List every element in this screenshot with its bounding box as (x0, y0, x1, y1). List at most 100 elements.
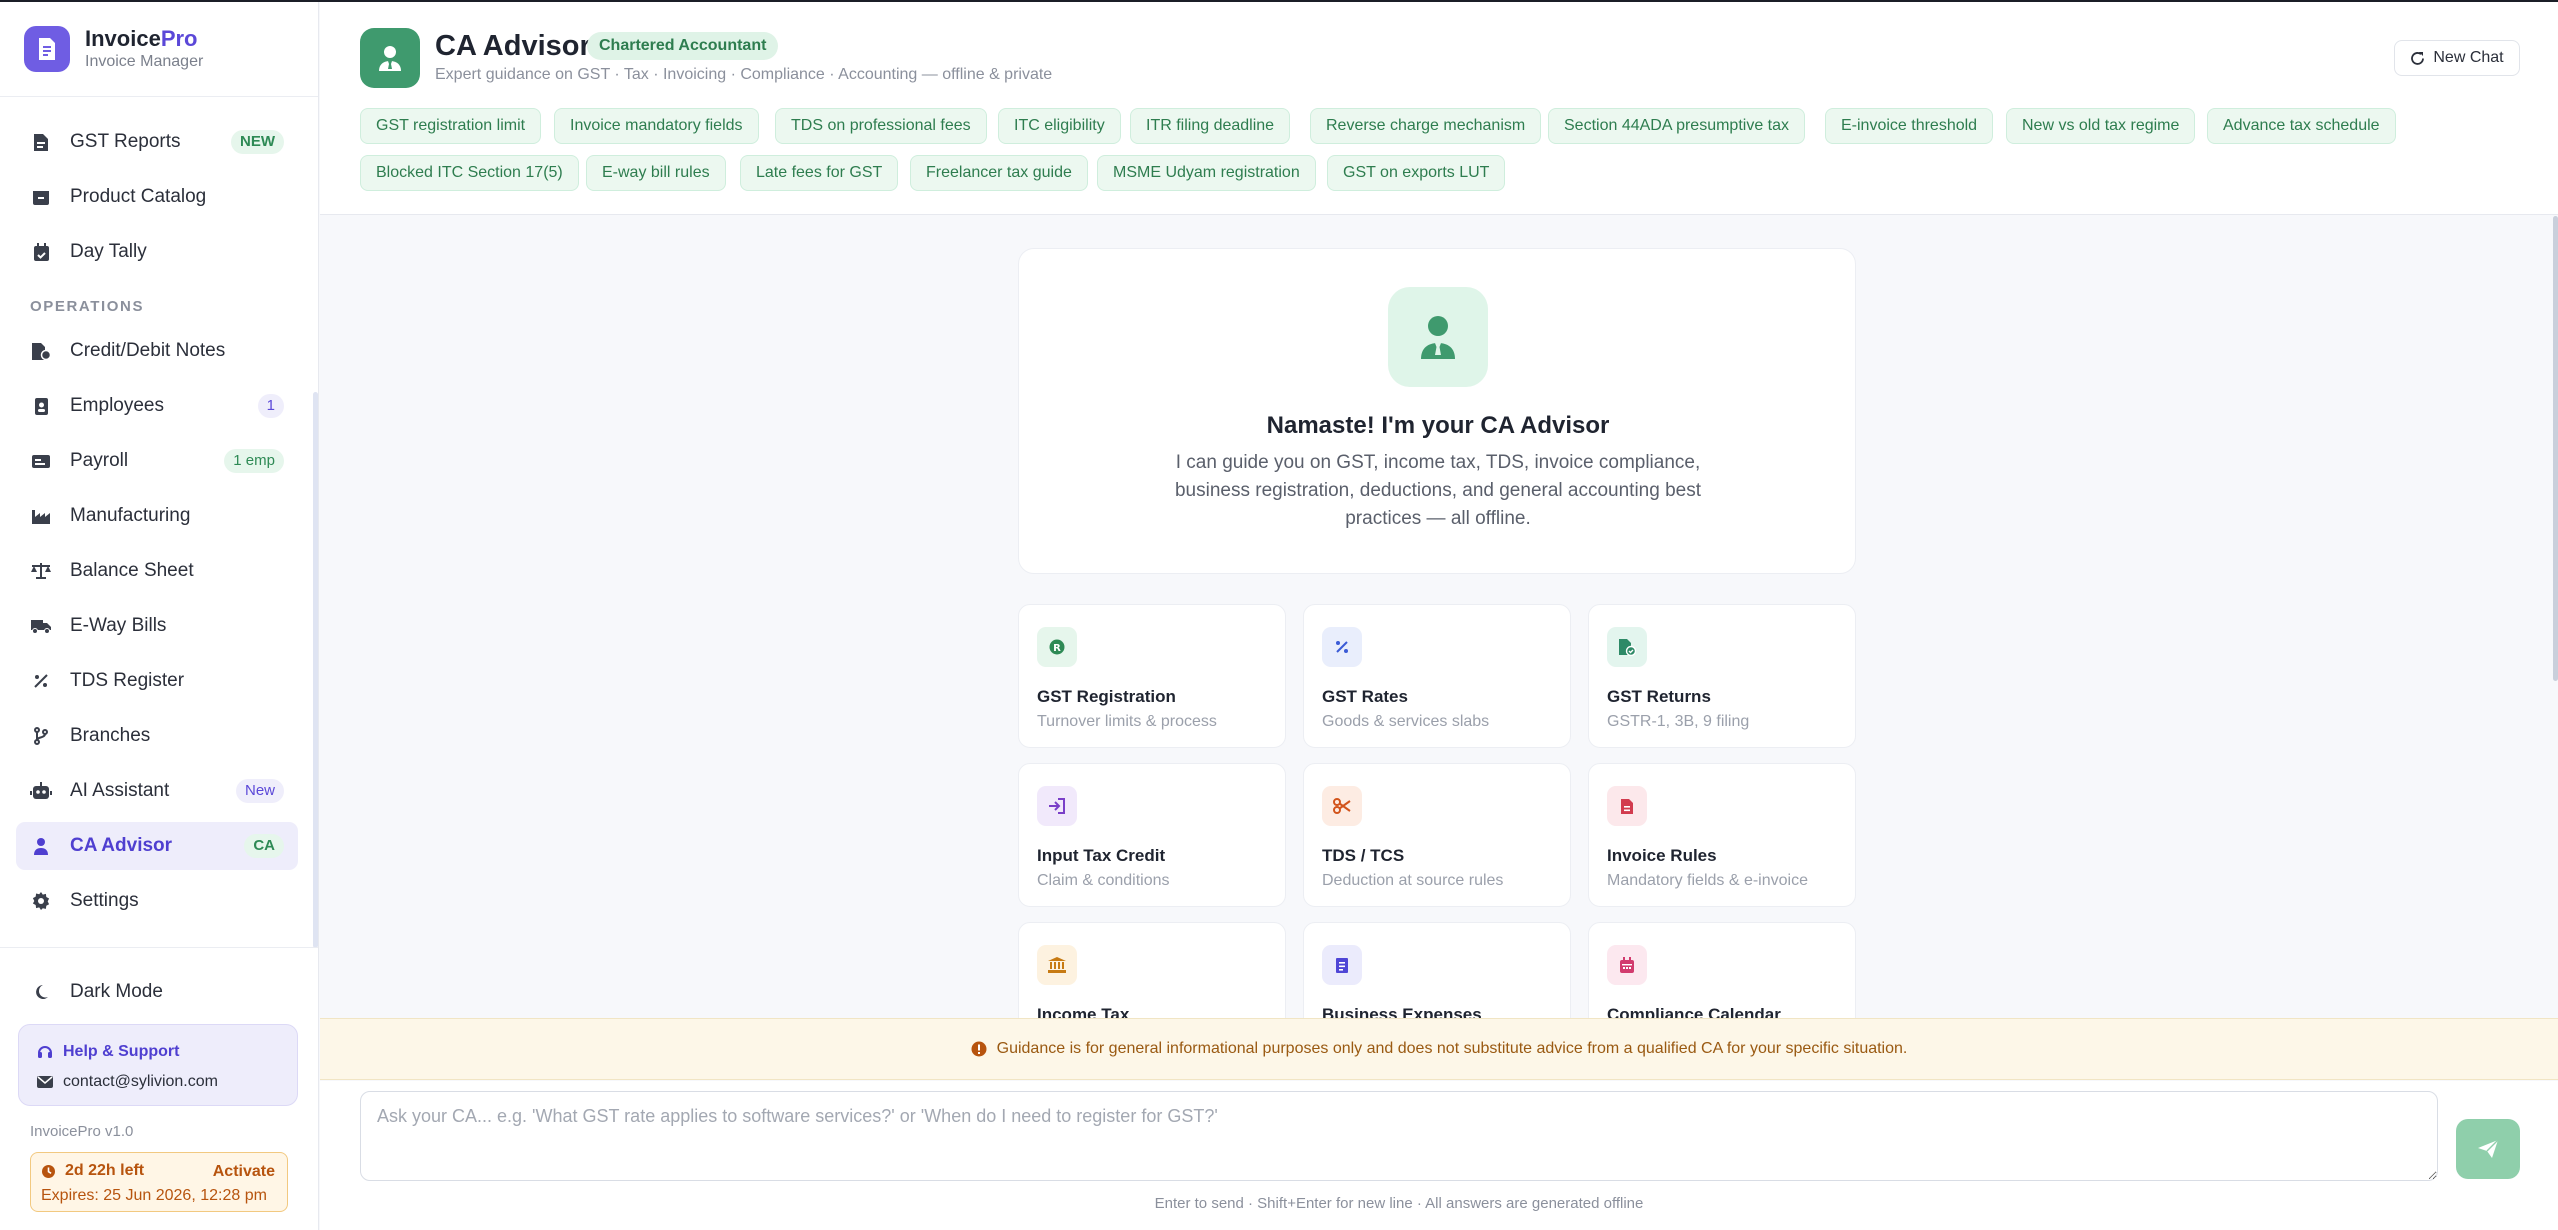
welcome-text: I can guide you on GST, income tax, TDS,… (1174, 452, 1701, 529)
topic-card-tds-tcs[interactable]: TDS / TCS Deduction at source rules (1303, 763, 1571, 907)
truck-icon (30, 615, 52, 637)
welcome-card: Namaste! I'm your CA Advisor I can guide… (1018, 248, 1856, 574)
page-subtitle: Expert guidance on GST · Tax · Invoicing… (435, 66, 1053, 83)
topic-card-business-expenses[interactable]: Business Expenses (1303, 922, 1571, 1018)
svg-text:R: R (1053, 643, 1061, 654)
suggestion-chip[interactable]: ITC eligibility (998, 108, 1121, 144)
advisor-icon (1388, 287, 1488, 387)
scale-icon (30, 560, 52, 582)
app-version: InvoicePro v1.0 (30, 1123, 134, 1140)
suggestion-chip[interactable]: Late fees for GST (740, 155, 899, 191)
suggestion-chip[interactable]: E-invoice threshold (1825, 108, 1994, 144)
new-chat-button[interactable]: New Chat (2394, 40, 2520, 76)
topic-card-compliance-calendar[interactable]: Compliance Calendar (1588, 922, 1856, 1018)
suggestion-chip[interactable]: Blocked ITC Section 17(5) (360, 155, 579, 191)
clock-icon (41, 1164, 56, 1179)
trial-expiry: Expires: 25 Jun 2026, 12:28 pm (41, 1187, 267, 1204)
brand[interactable]: InvoicePro Invoice Manager (24, 26, 203, 72)
suggestion-chip[interactable]: Reverse charge mechanism (1310, 108, 1542, 144)
ca-badge: CA (244, 834, 284, 858)
sidebar-item-ca-advisor[interactable]: CA Advisor CA (16, 822, 298, 870)
sidebar-item-balance-sheet[interactable]: Balance Sheet (16, 547, 298, 595)
sidebar-scrollbar[interactable] (313, 392, 318, 948)
advisor-header: CA Advisor Chartered Accountant Expert g… (320, 2, 2558, 215)
composer-hint: Enter to send · Shift+Enter for new line… (1154, 1195, 1644, 1212)
message-input[interactable] (360, 1091, 2438, 1181)
message-composer: Enter to send · Shift+Enter for new line… (320, 1081, 2558, 1230)
suggestion-chip[interactable]: E-way bill rules (586, 155, 726, 191)
suggestion-chip[interactable]: New vs old tax regime (2006, 108, 2196, 144)
welcome-title: Namaste! I'm your CA Advisor (1266, 412, 1610, 439)
topic-card-gst-returns[interactable]: GST Returns GSTR-1, 3B, 9 filing (1588, 604, 1856, 748)
topic-card-gst-rates[interactable]: GST Rates Goods & services slabs (1303, 604, 1571, 748)
sidebar-item-product-catalog[interactable]: Product Catalog (16, 173, 298, 221)
sidebar-item-e-way-bills[interactable]: E-Way Bills (16, 602, 298, 650)
robot-icon (30, 780, 52, 802)
employees-count-badge: 1 (257, 394, 284, 418)
suggestion-chip[interactable]: GST on exports LUT (1327, 155, 1506, 191)
id-badge-icon (30, 395, 52, 417)
gear-icon (30, 890, 52, 912)
dark-mode-toggle[interactable]: Dark Mode (16, 968, 298, 1016)
percent-icon (1322, 627, 1362, 667)
calendar-icon (1607, 945, 1647, 985)
section-label-operations: OPERATIONS (30, 298, 145, 315)
sidebar-item-employees[interactable]: Employees 1 (16, 382, 298, 430)
brand-subtitle: Invoice Manager (85, 53, 204, 70)
sidebar-divider (0, 947, 318, 948)
advisor-avatar-icon (360, 28, 420, 88)
user-tie-icon (30, 835, 52, 857)
suggestion-chip[interactable]: Section 44ADA presumptive tax (1548, 108, 1806, 144)
sign-in-icon (1037, 786, 1077, 826)
topic-card-income-tax[interactable]: Income Tax (1018, 922, 1286, 1018)
registered-icon: R (1037, 627, 1077, 667)
help-support-card[interactable]: Help & Support contact@sylivion.com (18, 1024, 298, 1106)
paper-plane-icon (2477, 1139, 2499, 1159)
topic-card-gst-registration[interactable]: R GST Registration Turnover limits & pro… (1018, 604, 1286, 748)
chat-scrollbar[interactable] (2553, 216, 2558, 681)
file-check-icon (1607, 627, 1647, 667)
bank-icon (1037, 945, 1077, 985)
sidebar-item-payroll[interactable]: Payroll 1 emp (16, 437, 298, 485)
trial-remaining: 2d 22h left (41, 1162, 144, 1180)
sidebar-item-settings[interactable]: Settings (16, 877, 298, 925)
suggestion-chip[interactable]: MSME Udyam registration (1097, 155, 1316, 191)
suggestion-chip[interactable]: GST registration limit (360, 108, 542, 144)
support-email[interactable]: contact@sylivion.com (37, 1073, 218, 1091)
payroll-badge: 1 emp (224, 449, 284, 473)
moon-icon (30, 981, 52, 1003)
topic-card-input-tax-credit[interactable]: Input Tax Credit Claim & conditions (1018, 763, 1286, 907)
sidebar-item-ai-assistant[interactable]: AI Assistant New (16, 767, 298, 815)
help-title: Help & Support (37, 1043, 179, 1061)
topic-card-invoice-rules[interactable]: Invoice Rules Mandatory fields & e-invoi… (1588, 763, 1856, 907)
money-check-icon (30, 450, 52, 472)
suggestion-chip[interactable]: ITR filing deadline (1130, 108, 1291, 144)
send-button[interactable] (2456, 1119, 2520, 1179)
headset-icon (37, 1044, 53, 1060)
percent-icon (30, 670, 52, 692)
sidebar-item-gst-reports[interactable]: GST Reports NEW (16, 118, 298, 166)
new-badge: New (235, 779, 284, 803)
suggestion-chip[interactable]: Freelancer tax guide (910, 155, 1088, 191)
scissors-icon (1322, 786, 1362, 826)
suggestion-chip[interactable]: Invoice mandatory fields (554, 108, 759, 144)
info-icon (971, 1041, 987, 1057)
report-icon (30, 131, 52, 153)
trial-card: 2d 22h left Activate Expires: 25 Jun 202… (30, 1152, 288, 1212)
suggestion-chip[interactable]: Advance tax schedule (2207, 108, 2396, 144)
sidebar-item-manufacturing[interactable]: Manufacturing (16, 492, 298, 540)
envelope-icon (37, 1076, 53, 1088)
receipt-icon (1322, 945, 1362, 985)
file-invoice-icon (30, 340, 52, 362)
suggestion-chip[interactable]: TDS on professional fees (775, 108, 987, 144)
branch-icon (30, 725, 52, 747)
activate-link[interactable]: Activate (213, 1163, 275, 1181)
sidebar-item-day-tally[interactable]: Day Tally (16, 228, 298, 276)
sidebar-divider (0, 96, 318, 97)
sidebar-item-credit-debit-notes[interactable]: Credit/Debit Notes (16, 327, 298, 375)
sidebar-item-branches[interactable]: Branches (16, 712, 298, 760)
invoice-logo-icon (24, 26, 70, 72)
role-badge: Chartered Accountant (587, 32, 779, 60)
sidebar-item-tds-register[interactable]: TDS Register (16, 657, 298, 705)
calendar-check-icon (30, 241, 52, 263)
